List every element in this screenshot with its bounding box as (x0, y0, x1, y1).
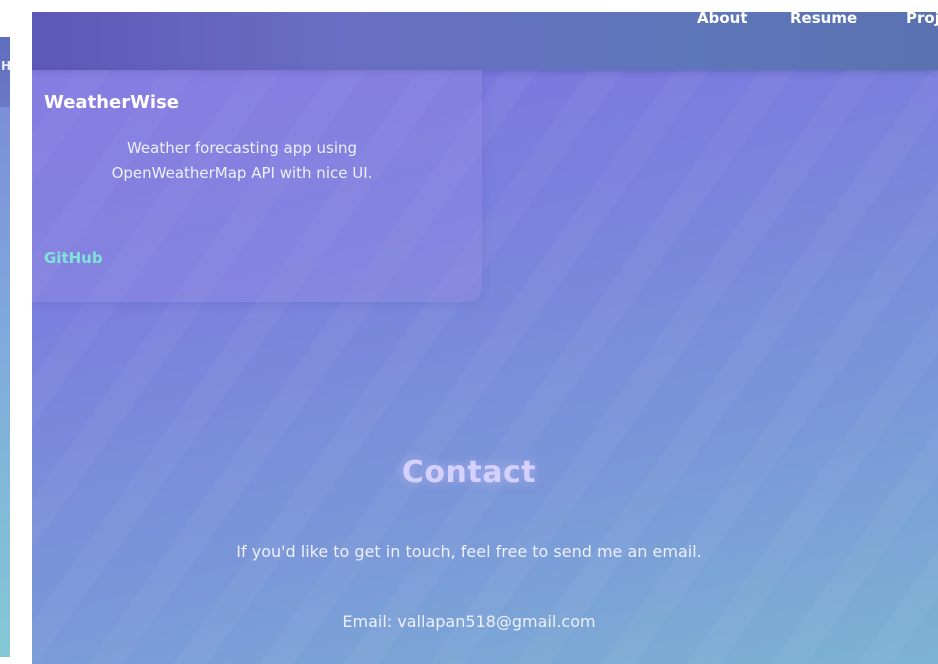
project-description: Weather forecasting app using OpenWeathe… (111, 139, 373, 182)
contact-email: Email: vallapan518@gmail.com (342, 612, 596, 631)
nav-link-projects[interactable]: Proj (906, 12, 938, 27)
portfolio-page: About Resume Proj WeatherWise Weather fo… (32, 12, 938, 664)
github-link[interactable]: GitHub (44, 249, 103, 267)
contact-message: If you'd like to get in touch, feel free… (236, 542, 702, 561)
project-card: WeatherWise Weather forecasting app usin… (32, 70, 482, 302)
nav-link-about[interactable]: About (697, 12, 748, 27)
background-window-sliver: H (0, 37, 10, 657)
top-navbar: About Resume Proj (32, 12, 938, 70)
contact-heading: Contact (401, 455, 537, 490)
background-window-letter: H (1, 59, 10, 73)
nav-link-resume[interactable]: Resume (790, 12, 857, 27)
project-title: WeatherWise (44, 92, 180, 113)
